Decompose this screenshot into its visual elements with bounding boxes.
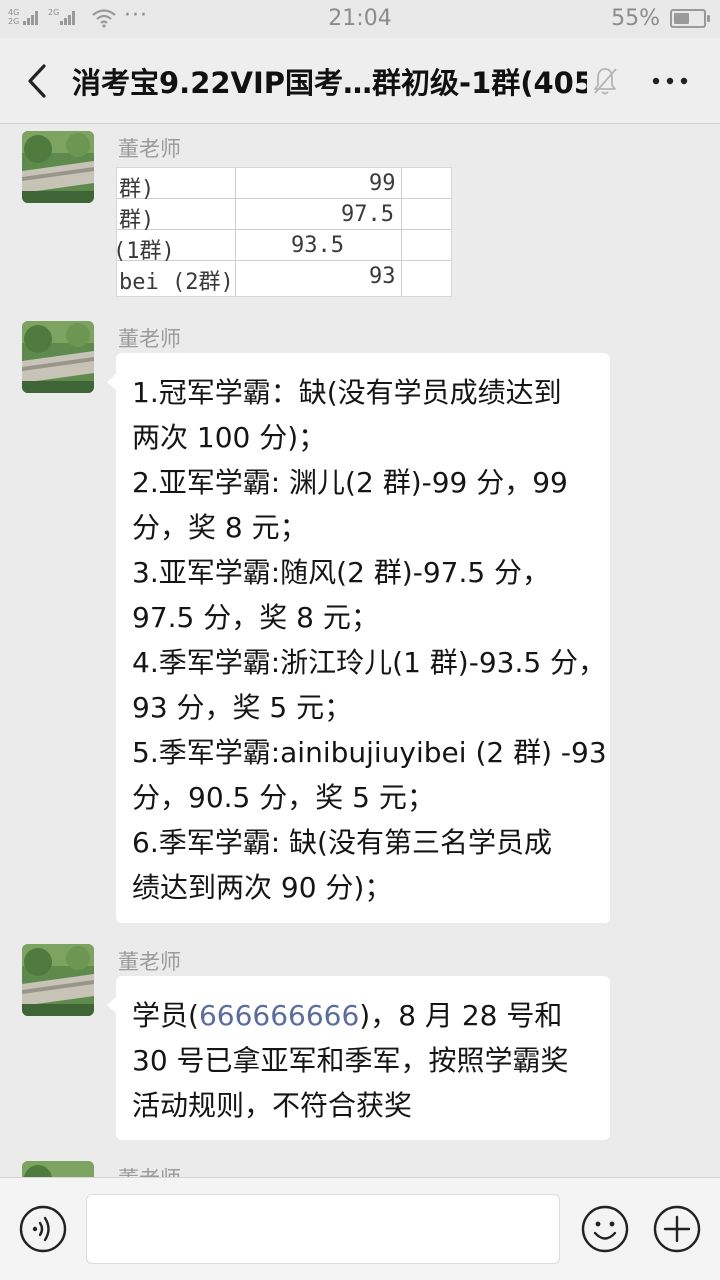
message-line: 1.冠军学霸：缺(没有学员成绩达到 <box>132 376 562 409</box>
more-icon[interactable] <box>648 64 692 98</box>
message-line: 93 分，奖 5 元； <box>132 691 353 724</box>
message-line: 分，奖 8 元； <box>132 511 308 544</box>
chat-message-list[interactable]: 董老师 群) 99 群) 97.5 (1群) 93.5 bei (2群) 93 <box>0 125 720 1177</box>
message-line: 3.亚军学霸:随风(2 群)-97.5 分， <box>132 556 551 589</box>
message-line: 4.季军学霸:浙江玲儿(1 群)-93.5 分， <box>132 646 607 679</box>
message-line: 两次 100 分)； <box>132 421 327 454</box>
message-text: 学员( <box>132 999 199 1032</box>
table-cell: 97.5 <box>341 202 394 227</box>
table-row: 群) 97.5 <box>117 199 451 233</box>
table-cell: bei (2群) <box>119 270 234 295</box>
chat-header: 消考宝9.22VIP国考…群初级-1群(405) <box>0 38 720 124</box>
sender-name: 董老师 <box>118 137 181 161</box>
status-bar: 4G 2G 2G ··· 21:04 55% <box>0 0 720 38</box>
avatar[interactable] <box>22 131 94 203</box>
phone-number-link[interactable]: 666666666 <box>199 999 359 1032</box>
battery-percentage: 55% <box>611 6 660 31</box>
table-cell: 99 <box>369 171 396 196</box>
sender-name: 董老师 <box>118 950 181 974</box>
battery-icon <box>670 9 710 28</box>
avatar[interactable] <box>22 321 94 393</box>
message-input-bar <box>0 1177 720 1280</box>
message-bubble[interactable]: 1.冠军学霸：缺(没有学员成绩达到 两次 100 分)； 2.亚军学霸: 渊儿(… <box>107 353 610 923</box>
table-cell: 93 <box>369 264 396 289</box>
message-line: 2.亚军学霸: 渊儿(2 群)-99 分，99 <box>132 466 568 499</box>
message-line: 绩达到两次 90 分)； <box>132 871 393 904</box>
message-line: 6.季军学霸: 缺(没有第三名学员成 <box>132 826 552 859</box>
back-icon[interactable] <box>18 58 58 104</box>
table-row: bei (2群) 93 <box>117 261 451 295</box>
message-line: 5.季军学霸:ainibujiuyibei (2 群) -93 <box>132 736 607 769</box>
sender-name: 董老师 <box>118 1163 181 1177</box>
plus-icon[interactable] <box>652 1204 702 1254</box>
message-line: 分，90.5 分，奖 5 元； <box>132 781 435 814</box>
message-line: 学员(666666666)，8 月 28 号和 <box>132 993 596 1038</box>
avatar[interactable] <box>22 944 94 1016</box>
mute-bell-icon <box>594 68 617 95</box>
message-line: 97.5 分，奖 8 元； <box>132 601 379 634</box>
message-text: )，8 月 28 号和 <box>359 999 563 1032</box>
message-bubble[interactable]: 学员(666666666)，8 月 28 号和 30 号已拿亚军和季军，按照学霸… <box>107 976 610 1140</box>
voice-icon[interactable] <box>18 1204 68 1254</box>
message-line: 30 号已拿亚军和季军，按照学霸奖 <box>132 1044 569 1077</box>
avatar[interactable] <box>22 1161 94 1177</box>
chat-title: 消考宝9.22VIP国考…群初级-1群(405) <box>72 66 587 100</box>
table-row: (1群) 93.5 <box>117 230 451 264</box>
sender-name: 董老师 <box>118 327 181 351</box>
message-line: 活动规则，不符合获奖 <box>132 1089 413 1122</box>
message-input[interactable] <box>86 1194 560 1264</box>
table-row: 群) 99 <box>117 168 451 202</box>
table-cell: 93.5 <box>291 233 344 258</box>
score-table-image[interactable]: 群) 99 群) 97.5 (1群) 93.5 bei (2群) 93 <box>116 167 452 297</box>
battery-level-fill <box>674 13 690 24</box>
emoji-icon[interactable] <box>580 1204 630 1254</box>
